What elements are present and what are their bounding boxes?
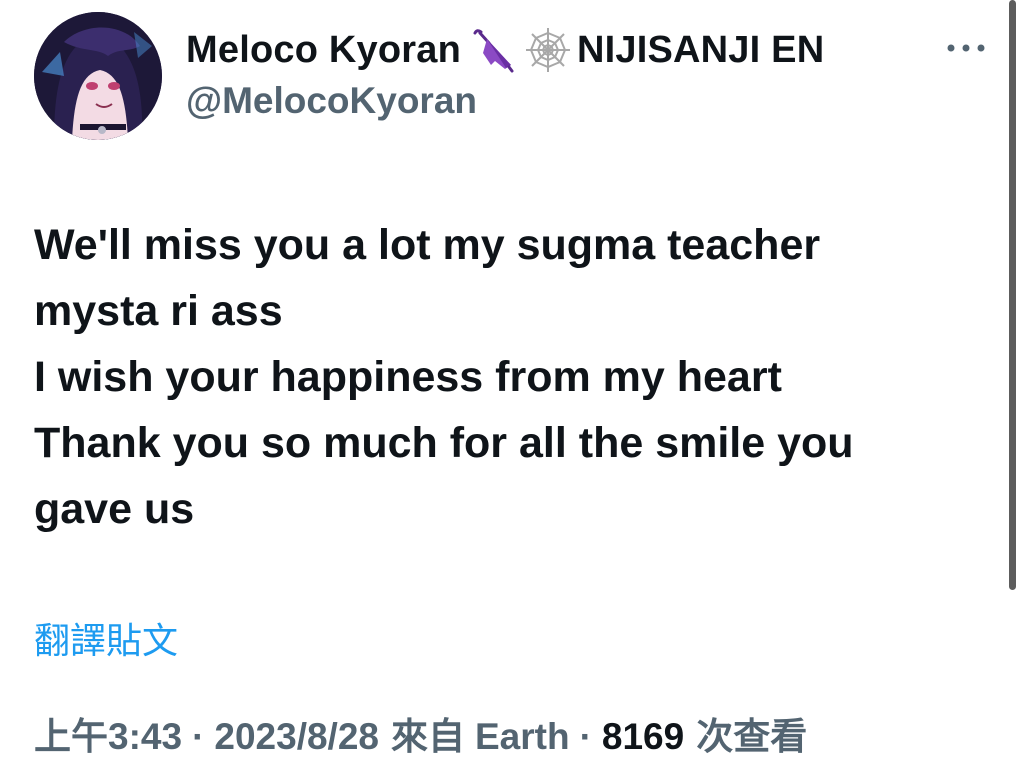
author-name-row[interactable]: Meloco Kyoran NIJISANJI EN — [186, 24, 824, 76]
scrollbar[interactable] — [1009, 0, 1016, 590]
author-affiliation[interactable]: NIJISANJI EN — [577, 29, 824, 72]
tweet-source[interactable]: Earth — [475, 716, 570, 758]
views-label: 次查看 — [696, 716, 808, 757]
tweet-meta: 上午3:43 · 2023/8/28 來自 Earth · 8169 次查看 — [34, 706, 807, 760]
meta-separator: · — [192, 716, 205, 757]
author-handle[interactable]: @MelocoKyoran — [186, 80, 477, 122]
source-prefix: 來自 — [391, 716, 465, 757]
avatar-image — [34, 12, 162, 140]
avatar[interactable] — [34, 12, 162, 140]
tweet-text: We'll miss you a lot my sugma teacher my… — [34, 221, 854, 533]
tweet-date[interactable]: 2023/8/28 — [214, 716, 379, 758]
tweet-card: Meloco Kyoran NIJISANJI EN @MelocoKyoran… — [0, 0, 1024, 770]
tweet-time[interactable]: 上午3:43 — [34, 706, 182, 760]
views-count: 8169 — [601, 716, 685, 757]
more-options-button[interactable] — [942, 30, 990, 66]
umbrella-icon — [465, 25, 515, 75]
spider-web-icon — [523, 25, 573, 75]
translate-post-link[interactable]: 翻譯貼文 — [34, 612, 178, 664]
author-display-name[interactable]: Meloco Kyoran — [186, 29, 461, 72]
more-icon — [947, 44, 985, 52]
meta-separator-2: · — [579, 716, 592, 757]
